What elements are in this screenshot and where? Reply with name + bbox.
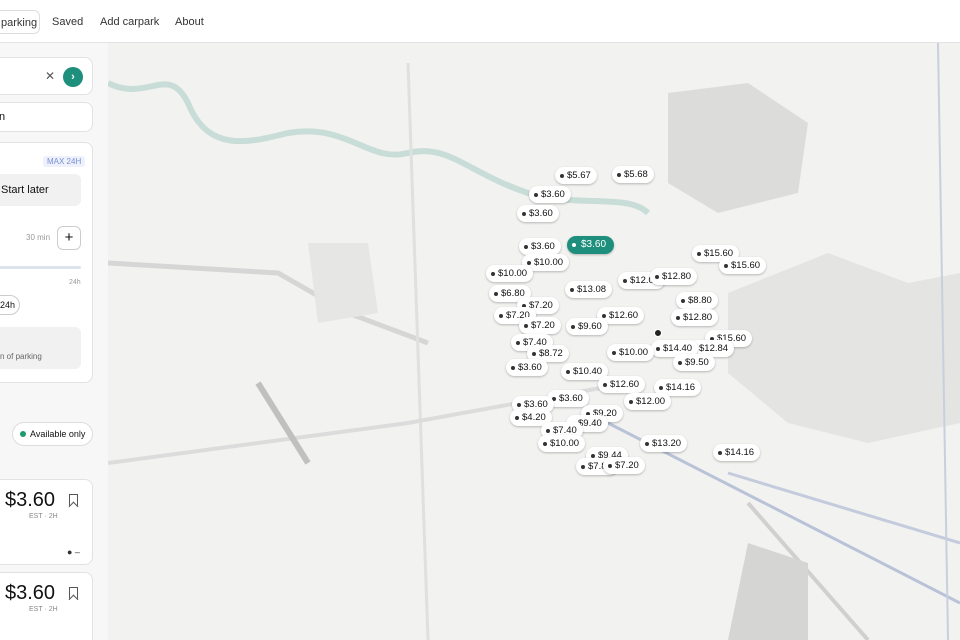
increase-duration-button[interactable]: + — [57, 226, 81, 250]
slider-max-label: 24h — [69, 279, 81, 286]
availability-indicator: ● – — [67, 547, 80, 557]
result-price: $3.60 — [5, 582, 56, 604]
price-pin[interactable]: $10.00 — [607, 344, 655, 361]
chevron-right-icon[interactable]: › — [63, 67, 83, 87]
duration-info: n of parking — [0, 327, 81, 369]
location-label: n — [0, 111, 6, 123]
price-pin[interactable]: $3.60 — [506, 359, 548, 376]
price-pin[interactable]: $5.67 — [555, 167, 597, 184]
max-duration-badge: MAX 24H — [43, 156, 86, 167]
price-pin[interactable]: $13.20 — [640, 435, 688, 452]
price-pin[interactable]: $7.20 — [519, 317, 561, 334]
tab-find-parking[interactable]: parking — [0, 10, 40, 34]
start-later-label: Start later — [1, 184, 49, 196]
search-box[interactable]: ✕ › — [0, 57, 93, 95]
preset-24h-chip[interactable]: 24h — [0, 295, 20, 315]
duration-info-text: n of parking — [0, 352, 42, 361]
price-pin[interactable]: $7.20 — [603, 457, 645, 474]
price-pin[interactable]: $10.00 — [538, 435, 586, 452]
price-pin[interactable]: $12.60 — [598, 376, 646, 393]
result-price: $3.60 — [5, 489, 56, 511]
bookmark-icon[interactable] — [69, 494, 78, 506]
price-pin[interactable]: $10.00 — [486, 265, 534, 282]
map[interactable]: $5.67 $5.68 $3.60 $3.60 $3.60 $3.60 $10.… — [108, 43, 960, 640]
result-card[interactable]: $3.60 EST · 2H — [0, 572, 93, 640]
price-pin[interactable]: $3.60 — [519, 238, 561, 255]
top-nav: parking Saved Add carpark About — [0, 0, 960, 43]
price-pin[interactable]: $14.16 — [713, 444, 761, 461]
price-pin[interactable]: $5.68 — [612, 166, 654, 183]
available-only-toggle[interactable]: Available only — [12, 422, 93, 446]
result-est: EST · 2H — [29, 606, 58, 613]
duration-value: 30 min — [26, 233, 51, 242]
time-panel: MAX 24H Start later − 30 min + 24h 24h n… — [0, 142, 93, 383]
price-pin-selected[interactable]: $3.60 — [567, 236, 615, 254]
bookmark-icon[interactable] — [69, 587, 78, 599]
result-card[interactable]: $3.60 EST · 2H ● – — [0, 479, 93, 565]
price-pin[interactable]: $3.60 — [517, 205, 559, 222]
user-location-marker — [654, 329, 662, 337]
status-dot-icon — [20, 431, 26, 437]
sidebar: ✕ › n MAX 24H Start later − 30 min + 24h… — [0, 43, 108, 640]
price-pin[interactable]: $12.80 — [671, 309, 719, 326]
duration-slider[interactable] — [0, 266, 81, 269]
start-later-button[interactable]: Start later — [0, 174, 81, 206]
price-pin[interactable]: $12.00 — [624, 393, 672, 410]
price-pin[interactable]: $3.60 — [529, 186, 571, 203]
tab-saved[interactable]: Saved — [52, 10, 83, 34]
price-pin[interactable]: $9.60 — [566, 318, 608, 335]
location-field[interactable]: n — [0, 102, 93, 132]
price-pin[interactable]: $8.80 — [676, 292, 718, 309]
close-icon[interactable]: ✕ — [45, 69, 55, 83]
result-est: EST · 2H — [29, 513, 58, 520]
price-pin[interactable]: $9.50 — [673, 354, 715, 371]
price-pin[interactable]: $15.60 — [719, 257, 767, 274]
tab-add-carpark[interactable]: Add carpark — [100, 10, 159, 34]
tab-about[interactable]: About — [175, 10, 204, 34]
available-only-label: Available only — [30, 429, 86, 439]
price-pin[interactable]: $13.08 — [565, 281, 613, 298]
price-pin[interactable]: $12.80 — [650, 268, 698, 285]
